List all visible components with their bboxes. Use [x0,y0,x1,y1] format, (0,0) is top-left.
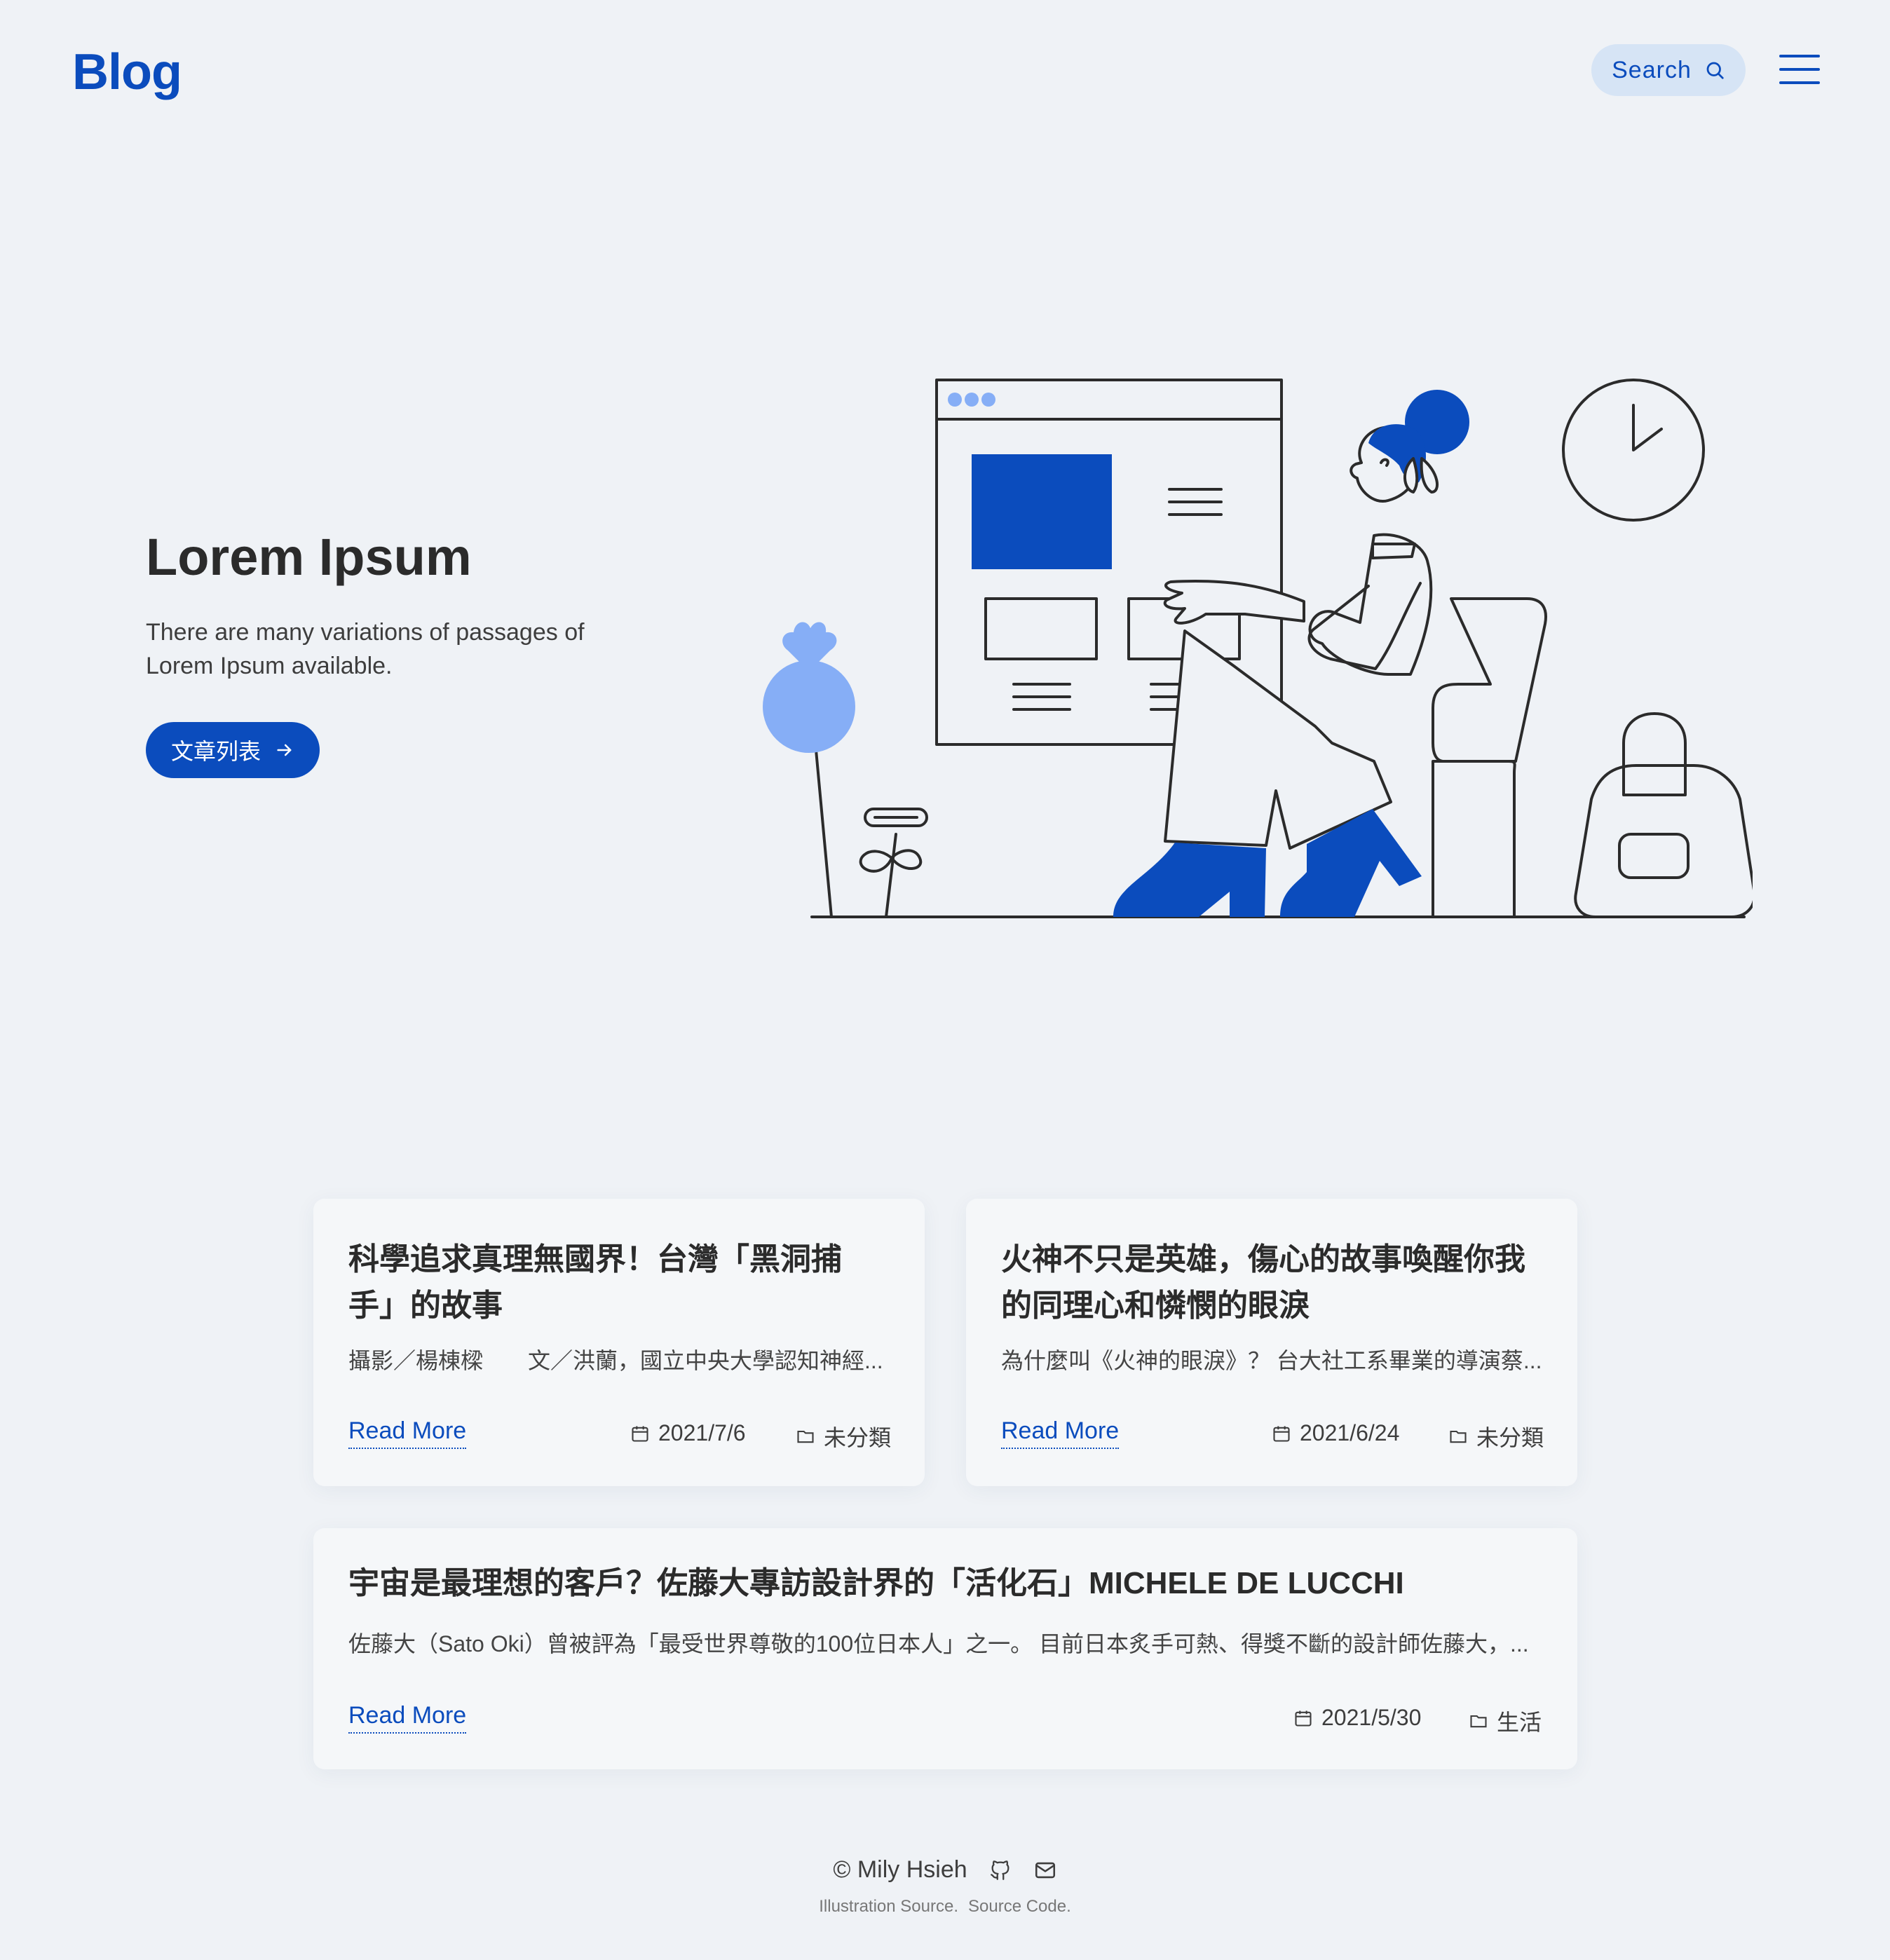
mail-icon[interactable] [1033,1858,1057,1882]
illustration-source-link[interactable]: Illustration Source. [819,1897,958,1917]
copyright-text: © Mily Hsieh [833,1856,967,1883]
hero-subtitle: There are many variations of passages of… [146,619,585,679]
source-code-link[interactable]: Source Code. [968,1897,1071,1917]
date-text: 2021/6/24 [1300,1420,1400,1445]
hamburger-menu-icon[interactable] [1779,55,1821,86]
post-title[interactable]: 火神不只是英雄，傷心的故事喚醒你我的同理心和憐憫的眼淚 [1001,1237,1555,1329]
post-category[interactable]: 生活 [1469,1705,1542,1737]
read-more-link[interactable]: Read More [348,1702,467,1734]
post-excerpt: 為什麼叫《火神的眼淚》？ 台大社工系畢業的導演蔡... [1001,1348,1542,1373]
article-list-label: 文章列表 [170,739,261,764]
date-text: 2021/7/6 [658,1420,746,1445]
folder-icon [1450,1430,1467,1443]
calendar-icon [1295,1710,1312,1727]
post-card[interactable]: 宇宙是最理想的客戶？佐藤大專訪設計界的「活化石」MICHELE DE LUCCH… [313,1528,1577,1769]
footer-links: Illustration Source. Source Code. [0,1897,1890,1917]
post-title[interactable]: 科學追求真理無國界！台灣「黑洞捕手」的故事 [348,1237,881,1329]
date-text: 2021/5/30 [1321,1705,1422,1730]
search-button[interactable]: Search [1591,44,1746,96]
folder-icon [797,1430,814,1443]
article-list-button[interactable]: 文章列表 [146,722,320,778]
hero-illustration [763,379,1753,918]
post-category[interactable]: 未分類 [796,1420,891,1452]
post-excerpt: 攝影／楊棟樑 文／洪蘭，國立中央大學認知神經... [348,1348,883,1373]
calendar-icon [632,1426,648,1442]
category-text: 未分類 [824,1425,892,1450]
calendar-icon [1273,1426,1290,1442]
footer: © Mily Hsieh [0,1856,1890,1884]
post-card[interactable]: 火神不只是英雄，傷心的故事喚醒你我的同理心和憐憫的眼淚 為什麼叫《火神的眼淚》？… [966,1199,1577,1486]
post-date: 2021/6/24 [1272,1420,1399,1446]
search-icon [1706,62,1724,79]
arrow-right-icon [277,744,292,756]
read-more-link[interactable]: Read More [1001,1417,1120,1449]
post-date: 2021/7/6 [630,1420,746,1446]
post-title[interactable]: 宇宙是最理想的客戶？佐藤大專訪設計界的「活化石」MICHELE DE LUCCH… [348,1560,1540,1607]
read-more-link[interactable]: Read More [348,1417,467,1449]
post-card[interactable]: 科學追求真理無國界！台灣「黑洞捕手」的故事 攝影／楊棟樑 文／洪蘭，國立中央大學… [313,1199,925,1486]
search-label: Search [1612,56,1692,83]
brand-logo[interactable]: Blog [72,43,182,101]
category-text: 生活 [1497,1710,1542,1735]
github-icon[interactable] [988,1858,1012,1882]
post-excerpt: 佐藤大（Sato Oki）曾被評為「最受世界尊敬的100位日本人」之一。 目前日… [348,1631,1529,1656]
folder-icon [1470,1715,1487,1728]
category-text: 未分類 [1476,1425,1544,1450]
post-category[interactable]: 未分類 [1448,1420,1544,1452]
post-date: 2021/5/30 [1293,1705,1421,1731]
hero-title: Lorem Ipsum [146,528,472,586]
